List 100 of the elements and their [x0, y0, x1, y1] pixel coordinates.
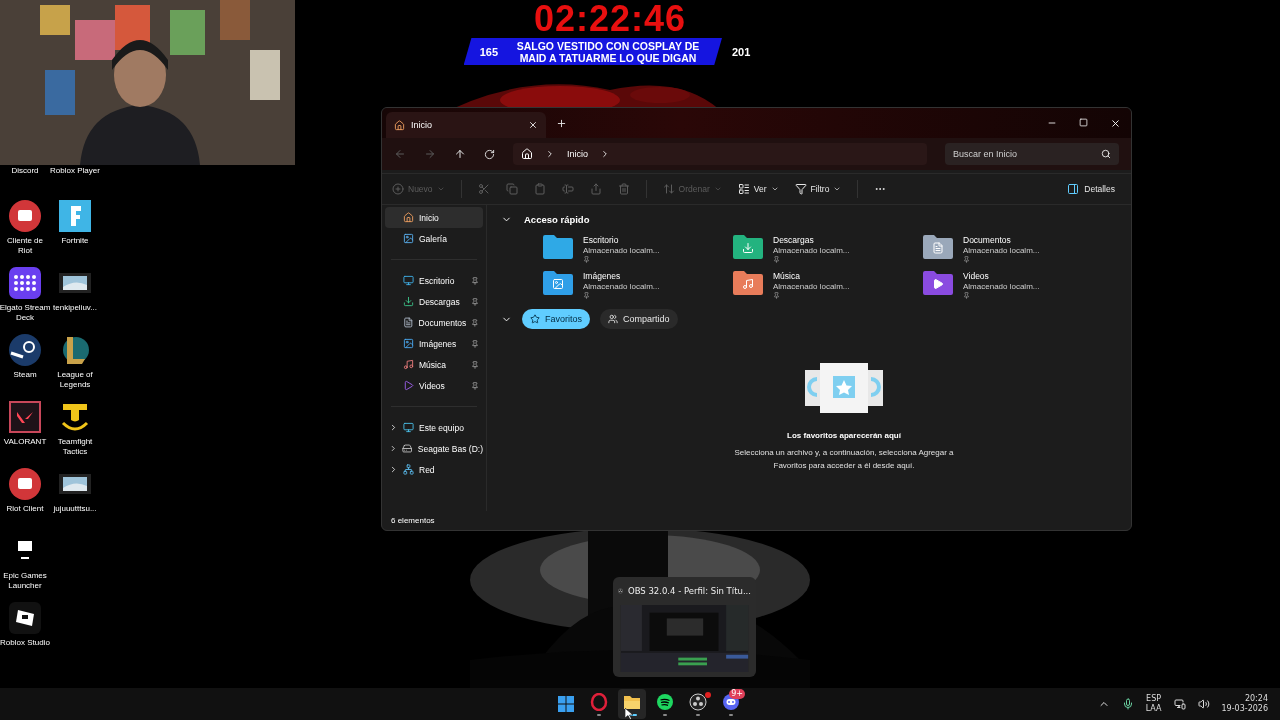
windows-logo-icon — [557, 695, 575, 713]
breadcrumb[interactable]: Inicio — [567, 149, 588, 159]
sidebar-item[interactable]: Música — [385, 354, 483, 375]
tft-logo-icon[interactable] — [59, 401, 91, 433]
folder-icon — [543, 271, 573, 295]
desktop-icon-label[interactable]: Elgato Stream Deck — [0, 303, 51, 323]
folder-location: Almacenado localm... — [583, 282, 660, 291]
desktop-icon-label[interactable]: jujuuutttsu... — [49, 504, 101, 514]
search-field[interactable]: Buscar en Inicio — [945, 143, 1119, 165]
desktop-icon-label[interactable]: Riot Client — [0, 504, 51, 514]
sidebar-item[interactable]: Inicio — [385, 207, 483, 228]
chevron-right-icon[interactable] — [389, 444, 398, 453]
notification-badge: 9+ — [729, 689, 745, 699]
folder-name[interactable]: Música — [773, 271, 850, 281]
desktop-icon-label[interactable]: Teamfight Tactics — [49, 437, 101, 457]
desktop-icon-label[interactable]: Roblox Player — [49, 166, 101, 176]
chevron-right-icon — [545, 149, 555, 159]
fist-logo-icon[interactable] — [9, 468, 41, 500]
home-icon — [521, 148, 533, 160]
desktop-icon-label[interactable]: tenkipeliuv... — [49, 303, 101, 313]
sidebar-item[interactable]: Documentos — [385, 312, 483, 333]
filter-button[interactable]: Filtro — [794, 183, 842, 195]
folder-name[interactable]: Imágenes — [583, 271, 660, 281]
desktop-icon-label[interactable]: VALORANT — [0, 437, 51, 447]
folder-location: Almacenado localm... — [583, 246, 660, 255]
home-icon — [403, 212, 414, 223]
sidebar-item[interactable]: Escritorio — [385, 270, 483, 291]
desktop-icon-label[interactable]: League of Legends — [49, 370, 101, 390]
desktop-icon-label[interactable]: Roblox Studio — [0, 638, 51, 648]
sort-icon — [662, 183, 675, 195]
letter-tile-icon[interactable] — [59, 200, 91, 232]
close-icon[interactable] — [1110, 117, 1121, 129]
home-icon — [394, 119, 405, 131]
view-button[interactable]: Ver — [737, 183, 779, 195]
desktop-icon-label[interactable]: Fortnite — [49, 236, 101, 246]
desktop-icon-label[interactable]: Cliente de Riot — [0, 236, 51, 256]
item-count: 6 elementos — [391, 516, 435, 525]
folder-name[interactable]: Documentos — [963, 235, 1040, 245]
sidebar-item[interactable]: Imágenes — [385, 333, 483, 354]
sidebar-item[interactable]: Videos — [385, 375, 483, 396]
folder-name[interactable]: Videos — [963, 271, 1040, 281]
desktop-icon-label[interactable]: Steam — [0, 370, 51, 380]
folder-icon — [923, 235, 953, 259]
maximize-icon[interactable] — [1079, 117, 1088, 127]
empty-state-title: Los favoritos aparecerán aquí — [787, 430, 901, 440]
volume-icon[interactable] — [1197, 698, 1210, 710]
new-tab-icon[interactable] — [556, 117, 567, 129]
folder-name[interactable]: Descargas — [773, 235, 850, 245]
microphone-icon[interactable] — [1121, 698, 1134, 710]
address-bar[interactable]: Inicio — [513, 143, 927, 165]
desktop-icon-label[interactable]: Epic Games Launcher — [0, 571, 51, 591]
panel-icon — [1067, 183, 1080, 195]
scissors-icon — [477, 183, 490, 195]
chevron-right-icon[interactable] — [389, 465, 398, 474]
valorant-logo-icon[interactable] — [9, 401, 41, 433]
steam-logo-icon[interactable] — [9, 334, 41, 366]
network-icon[interactable] — [1173, 698, 1186, 710]
rename-icon — [561, 183, 574, 195]
sidebar-item[interactable]: Galería — [385, 228, 483, 249]
image-icon — [403, 233, 414, 244]
close-icon[interactable] — [528, 120, 538, 130]
folder-name[interactable]: Escritorio — [583, 235, 660, 245]
drive-icon — [402, 443, 413, 454]
people-icon — [608, 314, 618, 324]
folder-location: Almacenado localm... — [963, 246, 1040, 255]
folder-location: Almacenado localm... — [773, 282, 850, 291]
taskbar-app[interactable]: 9+ — [717, 689, 745, 719]
details-button[interactable]: Detalles — [1061, 182, 1121, 196]
clock[interactable]: 20:24 19-03-2026 — [1221, 694, 1268, 714]
right-count: 201 — [732, 45, 751, 58]
caret-icon — [713, 185, 722, 193]
left-count: 165 — [479, 45, 498, 58]
trash-icon — [617, 183, 630, 195]
language-indicator[interactable]: ESP LAA — [1145, 694, 1162, 714]
cursor-icon — [625, 708, 633, 720]
monitor-icon — [403, 275, 414, 286]
chevron-right-icon[interactable] — [389, 423, 398, 432]
share-icon — [589, 183, 602, 195]
window-tab[interactable]: Inicio — [386, 112, 546, 138]
roblox-logo-icon[interactable] — [9, 602, 41, 634]
fist-logo-icon[interactable] — [9, 200, 41, 232]
copy-icon — [505, 183, 518, 195]
filter-tab[interactable]: Favoritos — [522, 309, 590, 329]
sidebar-item[interactable]: Este equipo — [385, 417, 483, 438]
download-icon — [403, 296, 414, 307]
sidebar-item[interactable]: Red — [385, 459, 483, 480]
refresh-icon[interactable] — [484, 148, 495, 160]
caret-icon — [770, 185, 779, 193]
desktop-icon-label[interactable]: Discord — [0, 166, 51, 176]
sidebar-item[interactable]: Seagate Bas (D:) — [385, 438, 483, 459]
document-icon — [403, 317, 414, 328]
keypad-icon[interactable] — [9, 267, 41, 299]
ring-logo-icon — [590, 692, 608, 711]
empty-state-text: Selecciona un archivo y, a continuación, selecciona Agregar a Favoritos para acceder a él desde aquí. — [733, 446, 955, 472]
filter-tab[interactable]: Compartido — [600, 309, 678, 329]
spotify-logo-icon — [656, 692, 674, 711]
banner-message: SALGO VESTIDO CON COSPLAY DE MAID A TATUARME LO QUE DIGAN — [515, 39, 701, 64]
sidebar-item[interactable]: Descargas — [385, 291, 483, 312]
up-icon[interactable] — [454, 148, 466, 160]
folder-icon — [733, 271, 763, 295]
